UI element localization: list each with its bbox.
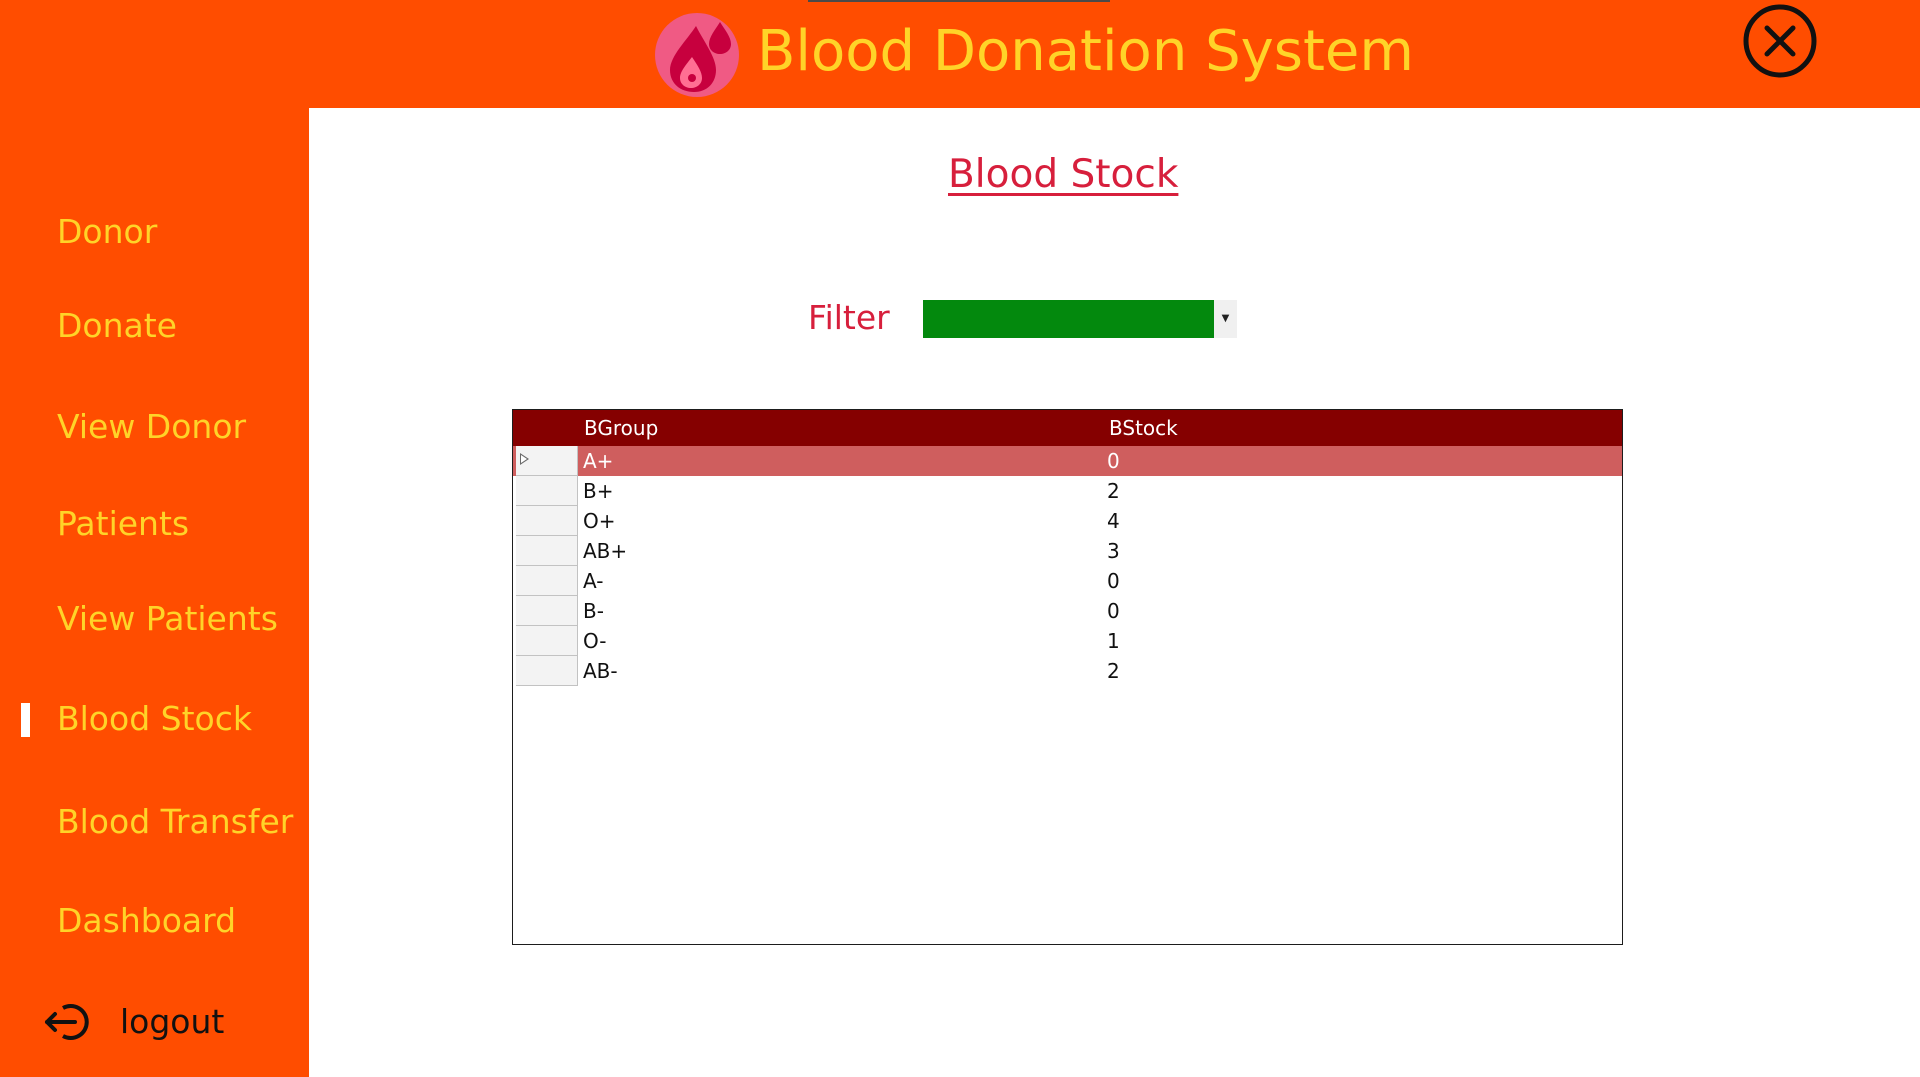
app-header: Blood Donation System bbox=[0, 0, 1920, 108]
cell-stock: 2 bbox=[1107, 659, 1120, 683]
blood-group-filter-dropdown[interactable]: ▼ bbox=[923, 300, 1237, 338]
cell-blood-group: B+ bbox=[583, 479, 614, 503]
row-selector[interactable] bbox=[516, 536, 578, 566]
cell-stock: 0 bbox=[1107, 449, 1120, 473]
row-selector[interactable] bbox=[516, 656, 578, 686]
row-pointer-icon bbox=[520, 453, 529, 465]
row-selector[interactable] bbox=[516, 476, 578, 506]
table-row[interactable]: A- 0 bbox=[513, 566, 1622, 596]
cell-blood-group: B- bbox=[583, 599, 604, 623]
active-nav-indicator bbox=[21, 703, 30, 737]
page-title: Blood Stock bbox=[948, 152, 1179, 197]
row-selector[interactable] bbox=[516, 566, 578, 596]
blood-stock-table[interactable]: BGroup BStock A+ 0 B+ 2 O+ 4 AB+ 3 A- 0 … bbox=[512, 409, 1623, 945]
column-header-bstock[interactable]: BStock bbox=[1109, 410, 1178, 446]
cell-stock: 2 bbox=[1107, 479, 1120, 503]
cell-stock: 3 bbox=[1107, 539, 1120, 563]
column-header-bgroup[interactable]: BGroup bbox=[584, 410, 658, 446]
sidebar-item-view-patients[interactable]: View Patients bbox=[57, 597, 278, 641]
cell-blood-group: O- bbox=[583, 629, 607, 653]
sidebar-item-view-donor[interactable]: View Donor bbox=[57, 405, 246, 449]
sidebar-item-donor[interactable]: Donor bbox=[57, 210, 157, 254]
row-selector[interactable] bbox=[516, 596, 578, 626]
filter-selected-value bbox=[923, 300, 1214, 338]
app-title: Blood Donation System bbox=[757, 19, 1414, 84]
chevron-down-icon[interactable]: ▼ bbox=[1214, 300, 1237, 338]
row-selector[interactable] bbox=[516, 446, 578, 476]
cell-blood-group: A- bbox=[583, 569, 604, 593]
row-selector[interactable] bbox=[516, 626, 578, 656]
table-row[interactable]: AB- 2 bbox=[513, 656, 1622, 686]
sidebar-item-donate[interactable]: Donate bbox=[57, 304, 177, 348]
blood-drop-logo-icon bbox=[654, 12, 740, 98]
cell-blood-group: O+ bbox=[583, 509, 616, 533]
table-row[interactable]: O- 1 bbox=[513, 626, 1622, 656]
table-row[interactable]: O+ 4 bbox=[513, 506, 1622, 536]
cell-stock: 4 bbox=[1107, 509, 1120, 533]
sidebar-item-blood-stock[interactable]: Blood Stock bbox=[57, 697, 252, 741]
sidebar-item-patients[interactable]: Patients bbox=[57, 502, 189, 546]
table-row[interactable]: AB+ 3 bbox=[513, 536, 1622, 566]
filter-label: Filter bbox=[808, 298, 890, 337]
sidebar-item-blood-transfer[interactable]: Blood Transfer bbox=[57, 800, 293, 844]
cell-blood-group: AB+ bbox=[583, 539, 628, 563]
table-row[interactable]: B- 0 bbox=[513, 596, 1622, 626]
table-row[interactable]: B+ 2 bbox=[513, 476, 1622, 506]
cell-stock: 0 bbox=[1107, 569, 1120, 593]
cell-stock: 1 bbox=[1107, 629, 1120, 653]
logout-arrow-icon[interactable] bbox=[44, 1000, 96, 1044]
cell-blood-group: A+ bbox=[583, 449, 614, 473]
table-row[interactable]: A+ 0 bbox=[513, 446, 1622, 476]
header-accent-line bbox=[808, 0, 1110, 2]
sidebar-item-dashboard[interactable]: Dashboard bbox=[57, 899, 236, 943]
cell-blood-group: AB- bbox=[583, 659, 618, 683]
close-icon[interactable] bbox=[1742, 3, 1818, 79]
cell-stock: 0 bbox=[1107, 599, 1120, 623]
table-header: BGroup BStock bbox=[513, 410, 1622, 446]
row-selector[interactable] bbox=[516, 506, 578, 536]
logout-button[interactable]: logout bbox=[120, 1000, 224, 1044]
